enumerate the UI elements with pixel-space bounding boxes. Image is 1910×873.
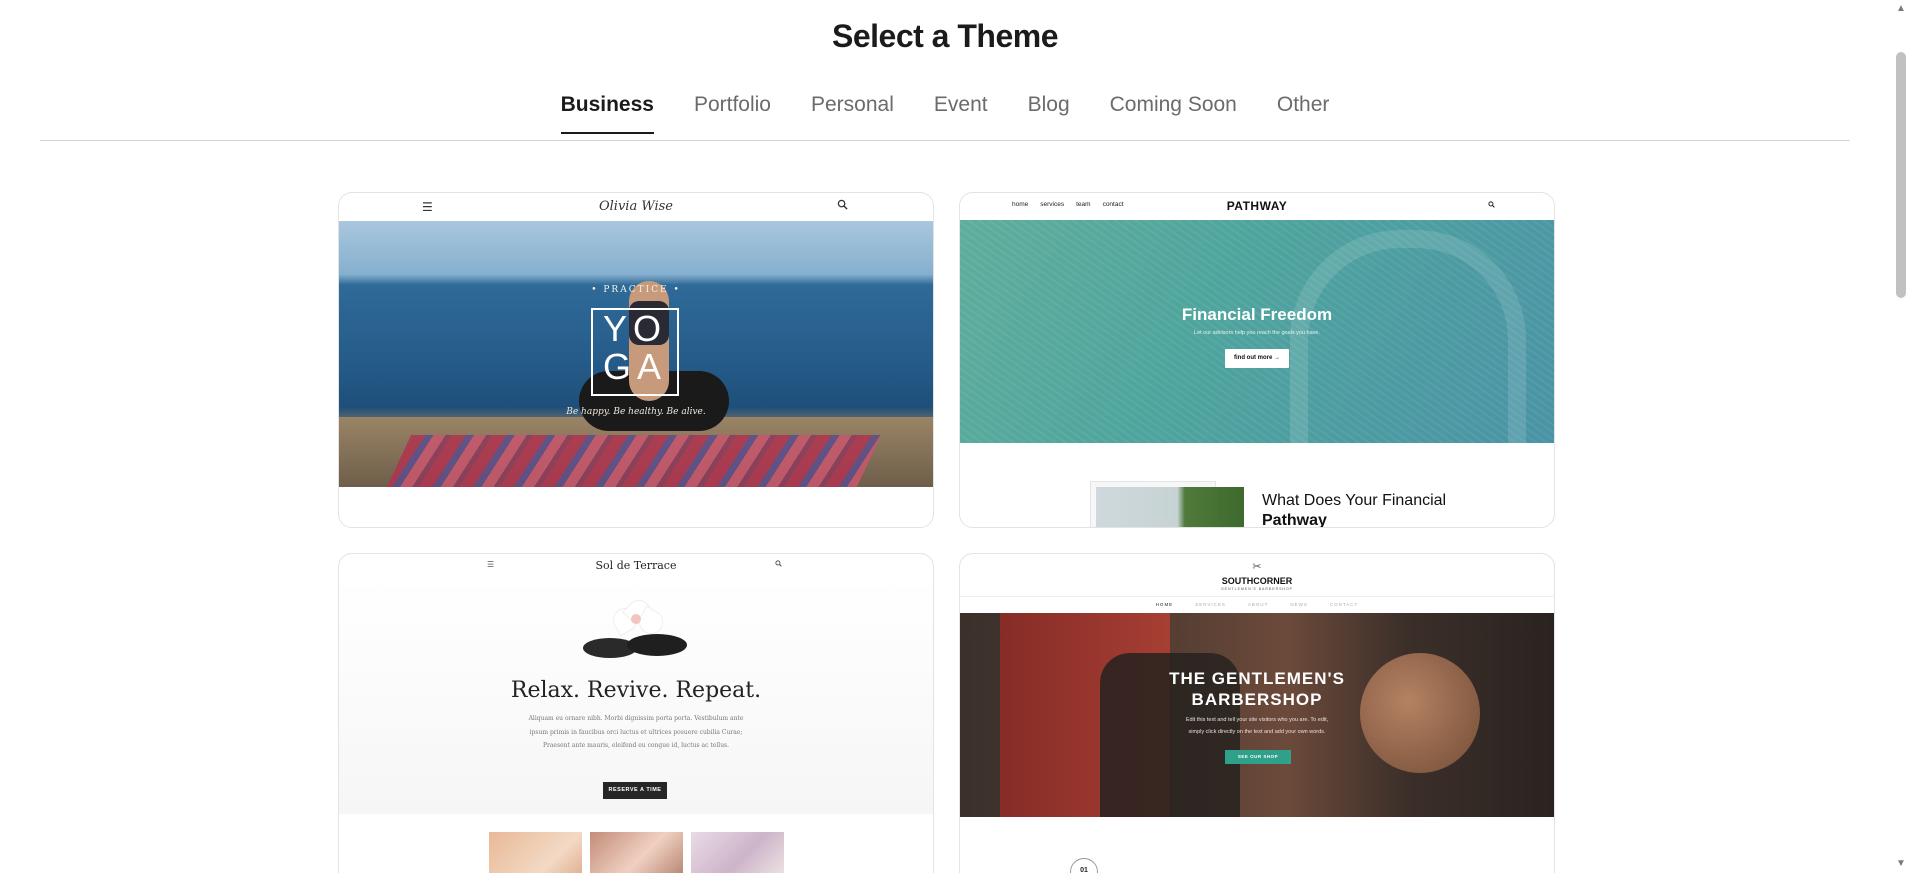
scroll-up-arrow-icon[interactable]: ▲ [1895, 4, 1907, 14]
spa-thumbnail [590, 832, 683, 873]
spa-hero: Relax. Revive. Repeat. Aliquam eu ornare… [339, 578, 933, 814]
spa-thumbnail [691, 832, 784, 873]
theme-preview-header: ☰ Olivia Wise [339, 193, 933, 222]
hero-body-text: Aliquam eu ornare nibh. Morbi dignissim … [528, 715, 744, 749]
hero-title: YO GA [602, 308, 667, 387]
page-scrollbar[interactable]: ▲ ▼ [1892, 0, 1910, 873]
theme-selector-page: Select a Theme Business Portfolio Person… [0, 0, 1910, 873]
step-number-badge: 01 [1070, 858, 1098, 873]
nav-item: CONTACT [1329, 602, 1359, 607]
tab-other[interactable]: Other [1277, 88, 1330, 134]
nav-item: HOME [1155, 602, 1174, 607]
search-icon [837, 199, 848, 213]
section-heading: What Does Your Financial Pathway [1262, 492, 1447, 528]
spa-thumbnails [489, 832, 784, 873]
nav-item: NEWS [1290, 602, 1308, 607]
arch-illustration [1290, 230, 1526, 443]
barber-hero-image: THE GENTLEMEN'S BARBERSHOP Edit this tex… [960, 613, 1554, 817]
tab-personal[interactable]: Personal [811, 88, 894, 134]
find-out-more-button: find out more → [1225, 349, 1289, 368]
financial-hero-image: Financial Freedom Let our advisors help … [960, 220, 1554, 443]
page-title: Select a Theme [832, 18, 1059, 54]
category-tabs: Business Portfolio Personal Event Blog C… [40, 88, 1850, 141]
theme-brand: SOUTHCORNER [1221, 576, 1293, 586]
nav-item: ABOUT [1247, 602, 1269, 607]
tab-blog[interactable]: Blog [1028, 88, 1070, 134]
theme-card-olivia-wise[interactable]: ☰ Olivia Wise • PRACTICE • YO GA Be happ… [338, 192, 934, 528]
hero-tagline: Be happy. Be healthy. Be alive. [566, 407, 706, 417]
tab-business[interactable]: Business [560, 88, 654, 134]
hero-subtitle: Let our advisors help you reach the goal… [1194, 330, 1320, 336]
search-icon [1488, 201, 1495, 210]
spa-thumbnail [489, 832, 582, 873]
landscape-photo [1096, 487, 1244, 527]
tab-event[interactable]: Event [934, 88, 988, 134]
scroll-down-arrow-icon[interactable]: ▼ [1895, 859, 1907, 869]
hero-title: Relax. Revive. Repeat. [510, 678, 762, 703]
scrollbar-thumb[interactable] [1896, 52, 1906, 298]
hero-kicker: • PRACTICE • [591, 285, 681, 295]
hero-subtitle: Edit this text and tell your site visito… [1185, 717, 1329, 735]
reserve-button: RESERVE A TIME [603, 782, 667, 799]
see-our-shop-button: SEE OUR SHOP [1225, 750, 1291, 764]
theme-preview-header: home services team contact PATHWAY [960, 193, 1554, 220]
theme-card-pathway[interactable]: home services team contact PATHWAY Finan… [959, 192, 1555, 528]
tab-coming-soon[interactable]: Coming Soon [1110, 88, 1237, 134]
tab-portfolio[interactable]: Portfolio [694, 88, 771, 134]
yoga-hero-image: • PRACTICE • YO GA Be happy. Be healthy.… [339, 221, 933, 487]
theme-card-sol-de-terrace[interactable]: ☰ Sol de Terrace Relax. Revive. Repeat. … [338, 553, 934, 873]
theme-preview-header: ✂ SOUTHCORNER GENTLEMEN'S BARBERSHOP [960, 554, 1554, 597]
search-icon [775, 560, 782, 569]
theme-brand: Sol de Terrace [595, 559, 677, 572]
nav-item: SERVICES [1195, 602, 1226, 607]
theme-nav: HOME SERVICES ABOUT NEWS CONTACT [960, 597, 1554, 612]
spa-stones [583, 630, 687, 658]
scissors-icon: ✂ [1252, 561, 1262, 573]
hero-title: Financial Freedom [1181, 305, 1333, 324]
theme-tagline: GENTLEMEN'S BARBERSHOP [1220, 587, 1294, 591]
theme-card-southcorner[interactable]: ✂ SOUTHCORNER GENTLEMEN'S BARBERSHOP HOM… [959, 553, 1555, 873]
theme-brand: PATHWAY [1226, 199, 1288, 213]
hero-title: THE GENTLEMEN'S BARBERSHOP [1169, 669, 1345, 709]
theme-preview-header: ☰ Sol de Terrace [339, 554, 933, 579]
